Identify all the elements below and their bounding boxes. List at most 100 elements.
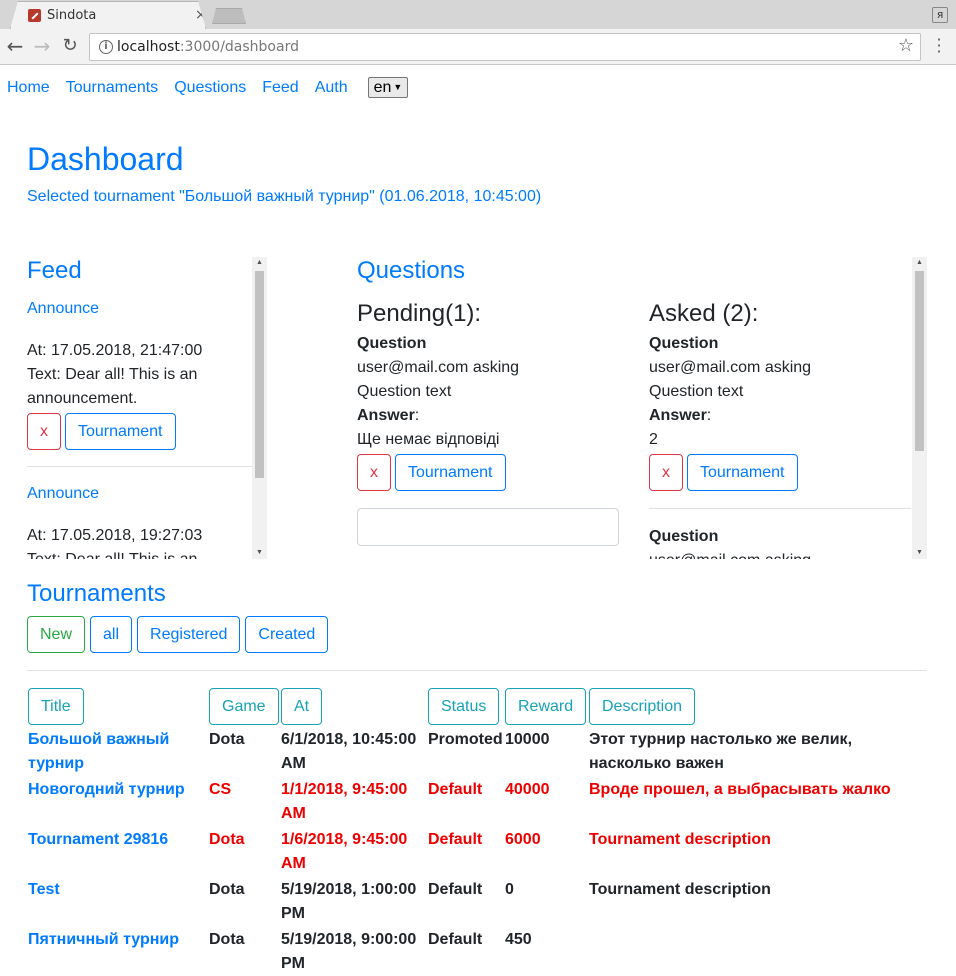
nav-auth[interactable]: Auth	[315, 78, 348, 98]
questions-scrollbar[interactable]: ▲ ▼	[912, 257, 927, 559]
tournament-title-link[interactable]: Пятничный турнир	[28, 928, 198, 952]
info-icon[interactable]: i	[99, 40, 113, 54]
bookmark-star-icon[interactable]: ☆	[898, 35, 914, 56]
divider	[649, 508, 911, 509]
question-asker: user@mail.com asking	[649, 549, 911, 559]
pending-questions: Pending(1): Question user@mail.com askin…	[357, 299, 619, 546]
nav-questions[interactable]: Questions	[174, 78, 246, 98]
delete-question-button[interactable]: x	[649, 454, 683, 491]
question-label: Question	[357, 335, 427, 352]
tournament-date: 6/1/2018, 10:45:00 AM	[281, 731, 417, 772]
profile-icon[interactable]: я	[932, 7, 948, 23]
tournament-title-link[interactable]: Новогодний турнир	[28, 778, 198, 802]
tournament-title-link[interactable]: Test	[28, 878, 198, 902]
feed-item-date: At: 17.05.2018, 21:47:00	[27, 342, 203, 359]
tournament-title-link[interactable]: Большой важный турнир	[28, 728, 198, 776]
scroll-up-icon[interactable]: ▲	[252, 257, 267, 269]
nav-home[interactable]: Home	[7, 78, 50, 98]
question-asker: user@mail.com asking	[649, 359, 812, 376]
top-nav: Home Tournaments Questions Feed Auth en ▼	[7, 77, 409, 98]
back-arrow-icon[interactable]: ←	[3, 35, 27, 59]
delete-feed-button[interactable]: x	[27, 413, 61, 450]
feed-tournament-button[interactable]: Tournament	[65, 413, 176, 450]
answer-text: 2	[649, 431, 658, 448]
tournament-game: CS	[209, 781, 232, 798]
feed-item: Announce At: 17.05.2018, 19:27:03 Text: …	[27, 466, 253, 559]
sort-description-button[interactable]: Description	[589, 688, 696, 725]
scroll-up-icon[interactable]: ▲	[912, 257, 927, 269]
tournament-reward: 10000	[505, 731, 550, 748]
divider	[27, 670, 927, 671]
close-tab-icon[interactable]: ×	[195, 7, 206, 23]
url-text: localhost:3000/dashboard	[117, 39, 299, 55]
feed-item: Announce At: 17.05.2018, 21:47:00 Text: …	[27, 299, 253, 450]
nav-feed[interactable]: Feed	[262, 78, 298, 98]
scroll-down-icon[interactable]: ▼	[252, 547, 267, 559]
scroll-down-icon[interactable]: ▼	[912, 547, 927, 559]
tournament-reward: 450	[505, 931, 532, 948]
question-asker: user@mail.com asking	[357, 359, 520, 376]
feed-item-text: Text: Dear all! This is an announcement.	[27, 366, 198, 407]
question-text: Question text	[649, 383, 744, 400]
answer-label: Answer	[357, 407, 415, 424]
asked-questions: Asked (2): Question user@mail.com asking…	[649, 299, 911, 559]
dropdown-caret-icon: ▼	[393, 82, 403, 92]
sort-reward-button[interactable]: Reward	[505, 688, 587, 725]
answer-text: Ще немає відповіді	[357, 431, 500, 448]
filter-all-button[interactable]: all	[90, 616, 133, 653]
tournament-description: Вроде прошел, а выбрасывать жалко	[589, 781, 891, 798]
page-title: Dashboard	[27, 141, 184, 177]
tournament-status: Default	[428, 781, 483, 798]
tab-title: Sindota	[47, 8, 97, 23]
questions-panel: Questions Pending(1): Question user@mail…	[357, 257, 912, 559]
tournament-status: Default	[428, 881, 483, 898]
dota-favicon-icon	[28, 9, 41, 22]
tournament-status: Default	[428, 931, 483, 948]
tournament-reward: 40000	[505, 781, 550, 798]
question-tournament-button[interactable]: Tournament	[687, 454, 798, 491]
feed-item-date: At: 17.05.2018, 19:27:03	[27, 527, 203, 544]
tournament-description: Tournament description	[589, 881, 771, 898]
sort-game-button[interactable]: Game	[209, 688, 279, 725]
tournament-game: Dota	[209, 731, 245, 748]
sort-status-button[interactable]: Status	[428, 688, 500, 725]
feed-item-type[interactable]: Announce	[27, 484, 253, 504]
feed-scrollbar[interactable]: ▲ ▼	[252, 257, 267, 559]
question-text: Question text	[357, 383, 452, 400]
feed-title: Feed	[27, 257, 82, 284]
tournament-date: 1/6/2018, 9:45:00 AM	[281, 831, 408, 872]
reload-icon[interactable]: ↻	[58, 35, 82, 59]
selected-tournament: Selected tournament "Большой важный турн…	[27, 188, 542, 205]
tournament-description: Tournament description	[589, 831, 771, 848]
nav-tournaments[interactable]: Tournaments	[66, 78, 159, 98]
filter-registered-button[interactable]: Registered	[137, 616, 241, 653]
tournament-status: Default	[428, 831, 483, 848]
sort-title-button[interactable]: Title	[28, 688, 84, 725]
filter-created-button[interactable]: Created	[245, 616, 329, 653]
language-select[interactable]: en ▼	[367, 77, 409, 98]
forward-arrow-icon[interactable]: →	[30, 35, 54, 59]
tournament-game: Dota	[209, 831, 245, 848]
question-label: Question	[649, 335, 719, 352]
tournament-reward: 6000	[505, 831, 541, 848]
tournament-date: 5/19/2018, 9:00:00 PM	[281, 931, 417, 972]
tournament-filters: New all Registered Created	[27, 616, 329, 653]
new-tab-button[interactable]	[212, 8, 246, 24]
answer-label: Answer	[649, 407, 707, 424]
tournaments-title: Tournaments	[27, 580, 166, 607]
filter-new-button[interactable]: New	[27, 616, 86, 653]
question-tournament-button[interactable]: Tournament	[395, 454, 506, 491]
feed-item-type[interactable]: Announce	[27, 299, 253, 319]
browser-menu-icon[interactable]: · · ·	[932, 32, 946, 60]
feed-panel: Feed Announce At: 17.05.2018, 21:47:00 T…	[27, 257, 267, 559]
tournament-date: 1/1/2018, 9:45:00 AM	[281, 781, 408, 822]
tournament-title-link[interactable]: Tournament 29816	[28, 828, 198, 852]
answer-input[interactable]	[357, 508, 619, 546]
sort-at-button[interactable]: At	[281, 688, 323, 725]
questions-title: Questions	[357, 257, 466, 284]
browser-toolbar: ← → ↻ i localhost:3000/dashboard ☆ · · ·	[0, 29, 956, 65]
address-bar[interactable]: i localhost:3000/dashboard ☆	[89, 33, 921, 61]
tournament-description: Этот турнир настолько же велик, наскольк…	[589, 731, 853, 772]
delete-question-button[interactable]: x	[357, 454, 391, 491]
browser-tab[interactable]: Sindota ×	[10, 1, 206, 29]
